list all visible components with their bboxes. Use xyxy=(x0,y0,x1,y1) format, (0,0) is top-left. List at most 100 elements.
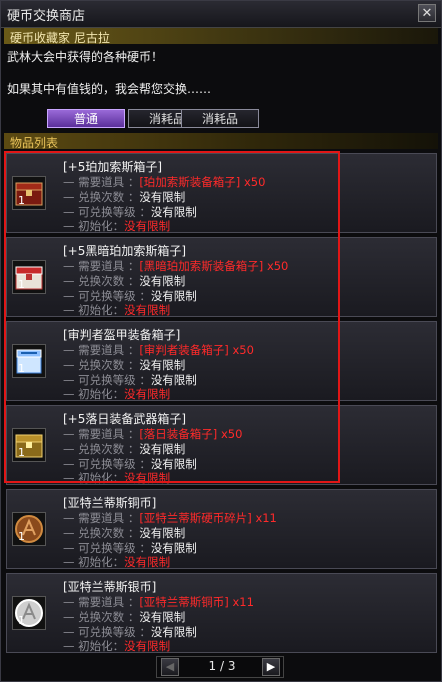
npc-dialog-line-1: 武林大会中获得的各种硬币！ xyxy=(7,50,164,64)
exchange-count-label: 兑换次数 xyxy=(78,610,125,624)
init-label: 初始化 xyxy=(78,555,113,569)
required-item-row: — 需要道具 ：[黑暗珀加索斯装备箱子] x50 xyxy=(63,259,289,273)
required-item-row: — 需要道具 ：[落日装备箱子] x50 xyxy=(63,427,243,441)
next-page-button[interactable]: ▶ xyxy=(262,658,280,676)
exchange-count-label: 兑换次数 xyxy=(78,190,125,204)
required-item-value: [亚特兰蒂斯硬币碎片] x11 xyxy=(139,511,277,525)
npc-name: 硬币收藏家 尼古拉 xyxy=(10,31,110,45)
exchange-level-label: 可兑换等级 xyxy=(78,373,136,387)
close-button[interactable]: ✕ xyxy=(418,4,436,22)
colon: ： xyxy=(139,205,151,219)
exchange-level-label: 可兑换等级 xyxy=(78,289,136,303)
pagination: ◀ 1 / 3 ▶ xyxy=(156,656,284,678)
colon: ： xyxy=(127,526,140,540)
colon: ： xyxy=(127,442,140,456)
item-quantity: 1 xyxy=(18,278,25,291)
item-name: [+5落日装备武器箱子] xyxy=(63,412,187,426)
init-value: 没有限制 xyxy=(124,639,171,653)
init-label: 初始化 xyxy=(78,303,113,317)
required-label: 需要道具 xyxy=(78,259,125,273)
page-indicator: 1 / 3 xyxy=(208,659,236,673)
gold-chest-icon[interactable]: 1 xyxy=(12,428,46,462)
init-label: 初始化 xyxy=(78,639,113,653)
exchange-level-label: 可兑换等级 xyxy=(78,457,136,471)
init-label: 初始化 xyxy=(78,471,113,485)
init-value: 没有限制 xyxy=(124,387,171,401)
blue-box-icon[interactable]: 1 xyxy=(12,344,46,378)
window-title: 硬币交换商店 xyxy=(7,9,86,24)
item-name: [+5黑暗珀加索斯箱子] xyxy=(63,244,187,258)
init-label: 初始化 xyxy=(78,387,113,401)
init-value: 没有限制 xyxy=(124,471,171,485)
exchange-count-label: 兑换次数 xyxy=(78,442,125,456)
exchange-count-row: — 兑换次数 ：没有限制 xyxy=(63,442,186,456)
exchange-count-row: — 兑换次数 ：没有限制 xyxy=(63,610,186,624)
init-row: — 初始化：没有限制 xyxy=(63,303,171,317)
required-label: 需要道具 xyxy=(78,175,125,189)
exchange-level-value: 没有限制 xyxy=(150,289,197,303)
init-row: — 初始化：没有限制 xyxy=(63,555,171,569)
exchange-count-row: — 兑换次数 ：没有限制 xyxy=(63,358,186,372)
required-item-row: — 需要道具 ：[亚特兰蒂斯铜币] x11 xyxy=(63,595,254,609)
colon: ： xyxy=(139,373,151,387)
exchange-count-value: 没有限制 xyxy=(139,442,186,456)
colon: ： xyxy=(112,471,125,485)
init-row: — 初始化：没有限制 xyxy=(63,639,171,653)
dark-chest-icon[interactable]: 1 xyxy=(12,260,46,294)
item-card[interactable]: 1 [亚特兰蒂斯银币] — 需要道具 ：[亚特兰蒂斯铜币] x11— 兑换次数 ：没… xyxy=(6,573,437,653)
colon: ： xyxy=(127,427,140,441)
required-item-value: [珀加索斯装备箱子] x50 xyxy=(139,175,266,189)
colon: ： xyxy=(112,387,125,401)
required-item-row: — 需要道具 ：[亚特兰蒂斯硬币碎片] x11 xyxy=(63,511,277,525)
silver-coin-icon[interactable]: 1 xyxy=(12,596,46,630)
exchange-count-label: 兑换次数 xyxy=(78,358,125,372)
tab-normal[interactable]: 普通 xyxy=(47,109,125,128)
exchange-count-label: 兑换次数 xyxy=(78,274,125,288)
tab-consumable-2[interactable]: 消耗品 xyxy=(181,109,259,128)
title-bar[interactable]: 硬币交换商店 ✕ xyxy=(1,1,441,28)
item-quantity: 1 xyxy=(18,614,25,627)
colon: ： xyxy=(127,274,140,288)
exchange-level-value: 没有限制 xyxy=(150,457,197,471)
item-card[interactable]: 1 [亚特兰蒂斯铜币] — 需要道具 ：[亚特兰蒂斯硬币碎片] x11— 兑换次数 … xyxy=(6,489,437,569)
item-quantity: 1 xyxy=(18,446,25,459)
colon: ： xyxy=(127,175,140,189)
required-item-row: — 需要道具 ：[珀加索斯装备箱子] x50 xyxy=(63,175,266,189)
item-name: [亚特兰蒂斯银币] xyxy=(63,580,157,594)
colon: ： xyxy=(139,289,151,303)
init-value: 没有限制 xyxy=(124,555,171,569)
npc-dialog-line-2: 如果其中有值钱的，我会帮您交换…… xyxy=(7,82,212,96)
required-item-row: — 需要道具 ：[审判者装备箱子] x50 xyxy=(63,343,254,357)
exchange-count-row: — 兑换次数 ：没有限制 xyxy=(63,190,186,204)
init-label: 初始化 xyxy=(78,219,113,233)
colon: ： xyxy=(112,639,125,653)
exchange-count-value: 没有限制 xyxy=(139,274,186,288)
item-card[interactable]: 1 [审判者盔甲装备箱子] — 需要道具 ：[审判者装备箱子] x50— 兑换次数 … xyxy=(6,321,437,401)
exchange-count-label: 兑换次数 xyxy=(78,526,125,540)
colon: ： xyxy=(139,541,151,555)
exchange-level-value: 没有限制 xyxy=(150,205,197,219)
exchange-count-value: 没有限制 xyxy=(139,190,186,204)
bronze-coin-icon[interactable]: 1 xyxy=(12,512,46,546)
colon: ： xyxy=(127,358,140,372)
item-card[interactable]: 1 [+5珀加索斯箱子] — 需要道具 ：[珀加索斯装备箱子] x50— 兑换次数 … xyxy=(6,153,437,233)
exchange-level-value: 没有限制 xyxy=(150,541,197,555)
item-name: [审判者盔甲装备箱子] xyxy=(63,328,181,342)
prev-page-button[interactable]: ◀ xyxy=(161,658,179,676)
init-value: 没有限制 xyxy=(124,219,171,233)
exchange-count-row: — 兑换次数 ：没有限制 xyxy=(63,274,186,288)
colon: ： xyxy=(127,259,140,273)
item-card[interactable]: 1 [+5黑暗珀加索斯箱子] — 需要道具 ：[黑暗珀加索斯装备箱子] x50— 兑… xyxy=(6,237,437,317)
init-row: — 初始化：没有限制 xyxy=(63,387,171,401)
exchange-count-value: 没有限制 xyxy=(139,526,186,540)
red-chest-icon[interactable]: 1 xyxy=(12,176,46,210)
exchange-count-value: 没有限制 xyxy=(139,610,186,624)
required-label: 需要道具 xyxy=(78,595,125,609)
exchange-count-value: 没有限制 xyxy=(139,358,186,372)
item-card[interactable]: 1 [+5落日装备武器箱子] — 需要道具 ：[落日装备箱子] x50— 兑换次数 … xyxy=(6,405,437,485)
init-row: — 初始化：没有限制 xyxy=(63,471,171,485)
exchange-level-label: 可兑换等级 xyxy=(78,205,136,219)
init-row: — 初始化：没有限制 xyxy=(63,219,171,233)
exchange-level-label: 可兑换等级 xyxy=(78,625,136,639)
item-list-header: 物品列表 xyxy=(4,133,438,150)
